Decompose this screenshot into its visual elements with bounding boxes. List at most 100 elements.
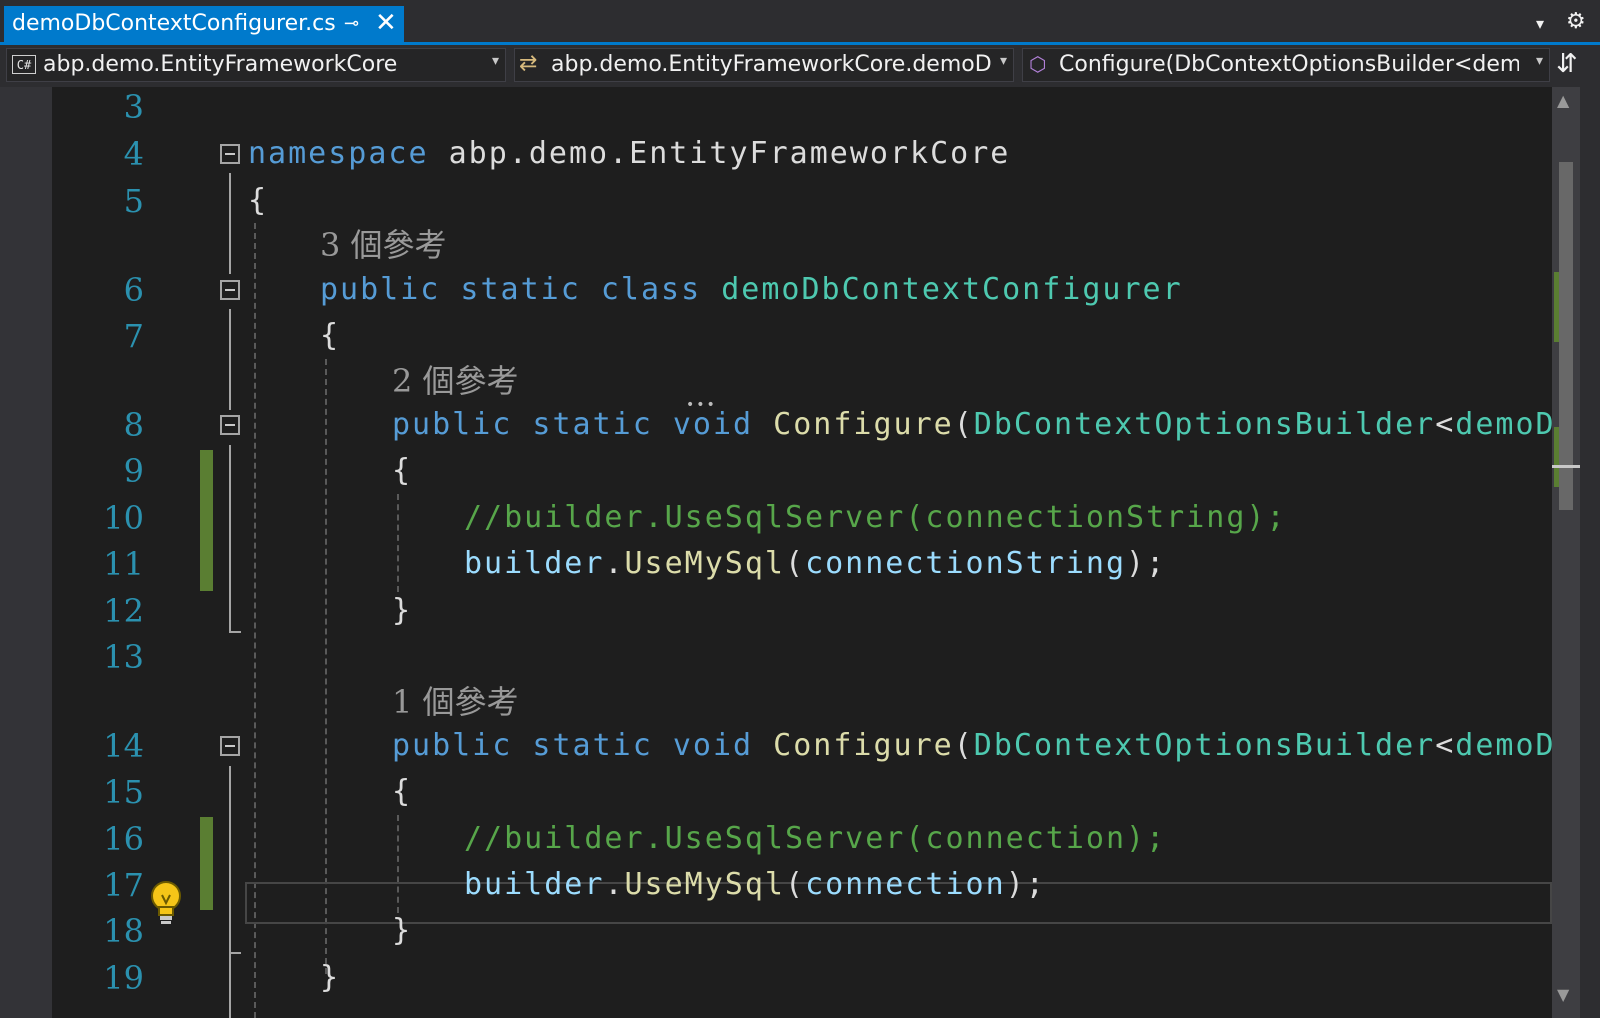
member-dropdown-label: Configure(DbContextOptionsBuilder<dem — [1059, 52, 1519, 77]
codelens-references[interactable]: 3 個參考 — [320, 225, 447, 265]
outline-line — [229, 309, 231, 410]
code-line-14: public static void Configure(DbContextOp… — [392, 726, 1600, 766]
type-name: DbContextOptionsBuilder — [973, 728, 1436, 763]
punctuation: < — [1435, 728, 1456, 763]
variable: connectionString — [805, 546, 1127, 581]
chevron-down-icon: ▾ — [491, 53, 499, 69]
code-line-6: public static class demoDbContextConfigu… — [320, 270, 1183, 310]
keyword: public static void — [392, 728, 754, 763]
scroll-up-icon[interactable]: ▲ — [1557, 91, 1569, 110]
line-number: 9 — [123, 452, 144, 490]
punctuation: ( — [785, 546, 806, 581]
line-number: 12 — [103, 592, 144, 630]
line-number: 7 — [123, 317, 144, 355]
punctuation: ( — [785, 867, 806, 902]
namespace-name: abp.demo.EntityFrameworkCore — [448, 136, 1011, 171]
line-number: 8 — [123, 406, 144, 444]
outline-line — [229, 631, 241, 633]
collapse-icon[interactable] — [220, 144, 240, 164]
punctuation: . — [604, 546, 625, 581]
scrollbar-caret-marker — [1552, 465, 1580, 468]
document-tab[interactable]: demoDbContextConfigurer.cs ⊸ ✕ — [4, 6, 404, 42]
scrollbar-change-marker — [1554, 427, 1559, 487]
variable: connection — [805, 867, 1006, 902]
code-line-19: } — [320, 960, 341, 995]
code-line-12: } — [392, 593, 413, 628]
punctuation: ); — [1126, 546, 1167, 581]
change-marker — [200, 817, 213, 910]
code-line-9: { — [392, 453, 413, 488]
collapse-icon[interactable] — [220, 415, 240, 435]
line-number: 14 — [103, 727, 144, 765]
keyword: public static void — [392, 407, 754, 442]
method-name: UseMySql — [624, 867, 785, 902]
line-number: 6 — [123, 271, 144, 309]
code-line-16-comment: //builder.UseSqlServer(connection); — [464, 821, 1167, 856]
scrollbar-thumb[interactable] — [1559, 162, 1573, 510]
line-number: 15 — [103, 773, 144, 811]
tab-overflow-dropdown-icon[interactable]: ▾ — [1536, 14, 1544, 33]
type-dropdown-label: abp.demo.EntityFrameworkCore.demoDbC — [551, 52, 991, 77]
chevron-down-icon: ▾ — [1535, 53, 1543, 69]
code-line-5: { — [248, 183, 269, 218]
code-line-8: public static void Configure(DbContextOp… — [392, 405, 1600, 445]
punctuation: ); — [1005, 867, 1046, 902]
csharp-project-icon: C# — [12, 55, 36, 74]
codelens-references[interactable]: 1 個參考 — [392, 682, 519, 722]
variable: builder — [464, 546, 605, 581]
punctuation: . — [604, 867, 625, 902]
method-name: Configure — [773, 728, 954, 763]
keyword: public static class — [320, 272, 702, 307]
line-number: 4 — [123, 135, 144, 173]
keyword: namespace — [248, 136, 429, 171]
type-dropdown[interactable]: ⇄ abp.demo.EntityFrameworkCore.demoDbC ▾ — [514, 48, 1014, 82]
outline-line — [229, 173, 231, 274]
tab-title: demoDbContextConfigurer.cs — [12, 11, 336, 36]
tab-strip: demoDbContextConfigurer.cs ⊸ ✕ ▾ ⚙ — [0, 0, 1600, 45]
change-marker — [200, 450, 213, 591]
code-line-11: builder.UseMySql(connectionString); — [464, 544, 1166, 584]
indicator-margin — [0, 87, 52, 1018]
collapse-icon[interactable] — [220, 736, 240, 756]
line-number: 19 — [103, 959, 144, 997]
chevron-down-icon: ▾ — [999, 53, 1007, 69]
member-dropdown[interactable]: ⬡ Configure(DbContextOptionsBuilder<dem … — [1022, 48, 1550, 82]
type-name: DbContextOptionsBuilder — [973, 407, 1436, 442]
code-line-4: namespace abp.demo.EntityFrameworkCore — [248, 134, 1010, 174]
code-line-7: { — [320, 318, 341, 353]
project-dropdown-label: abp.demo.EntityFrameworkCore — [43, 52, 398, 77]
method-name: Configure — [773, 407, 954, 442]
line-number: 16 — [103, 820, 144, 858]
right-gutter — [1580, 87, 1600, 1018]
outline-line — [229, 445, 231, 631]
line-number: 3 — [123, 88, 144, 126]
lightbulb-icon[interactable] — [148, 879, 184, 927]
scrollbar-change-marker — [1554, 272, 1559, 342]
codelens-references[interactable]: 2 個參考 — [392, 361, 519, 401]
code-line-15: { — [392, 774, 413, 809]
scroll-down-icon[interactable]: ▼ — [1557, 985, 1569, 1004]
code-line-18: } — [392, 913, 413, 948]
punctuation: ( — [953, 728, 974, 763]
code-editor[interactable]: 3 4 5 6 7 8 9 10 11 12 13 14 15 16 17 18… — [0, 87, 1600, 1018]
punctuation: < — [1435, 407, 1456, 442]
navigation-bar: C# abp.demo.EntityFrameworkCore ▾ ⇄ abp.… — [0, 45, 1600, 87]
line-number: 18 — [103, 912, 144, 950]
code-line-17: builder.UseMySql(connection); — [464, 865, 1046, 905]
line-number: 13 — [103, 638, 144, 676]
class-member-icon: ⇄ — [519, 51, 538, 76]
class-name: demoDbContextConfigurer — [721, 272, 1183, 307]
variable: builder — [464, 867, 605, 902]
line-number: 17 — [103, 866, 144, 904]
gear-icon[interactable]: ⚙ — [1566, 10, 1586, 34]
collapse-icon[interactable] — [220, 280, 240, 300]
vertical-scrollbar[interactable]: ▲ ▼ — [1552, 87, 1580, 1018]
close-icon[interactable]: ✕ — [375, 9, 397, 37]
method-cube-icon: ⬡ — [1029, 52, 1047, 76]
pin-icon[interactable]: ⊸ — [344, 14, 359, 34]
method-name: UseMySql — [624, 546, 785, 581]
punctuation: ( — [953, 407, 974, 442]
project-dropdown[interactable]: C# abp.demo.EntityFrameworkCore ▾ — [6, 48, 506, 82]
outline-line — [229, 952, 231, 1018]
split-window-icon[interactable]: ⇵ — [1556, 49, 1578, 79]
